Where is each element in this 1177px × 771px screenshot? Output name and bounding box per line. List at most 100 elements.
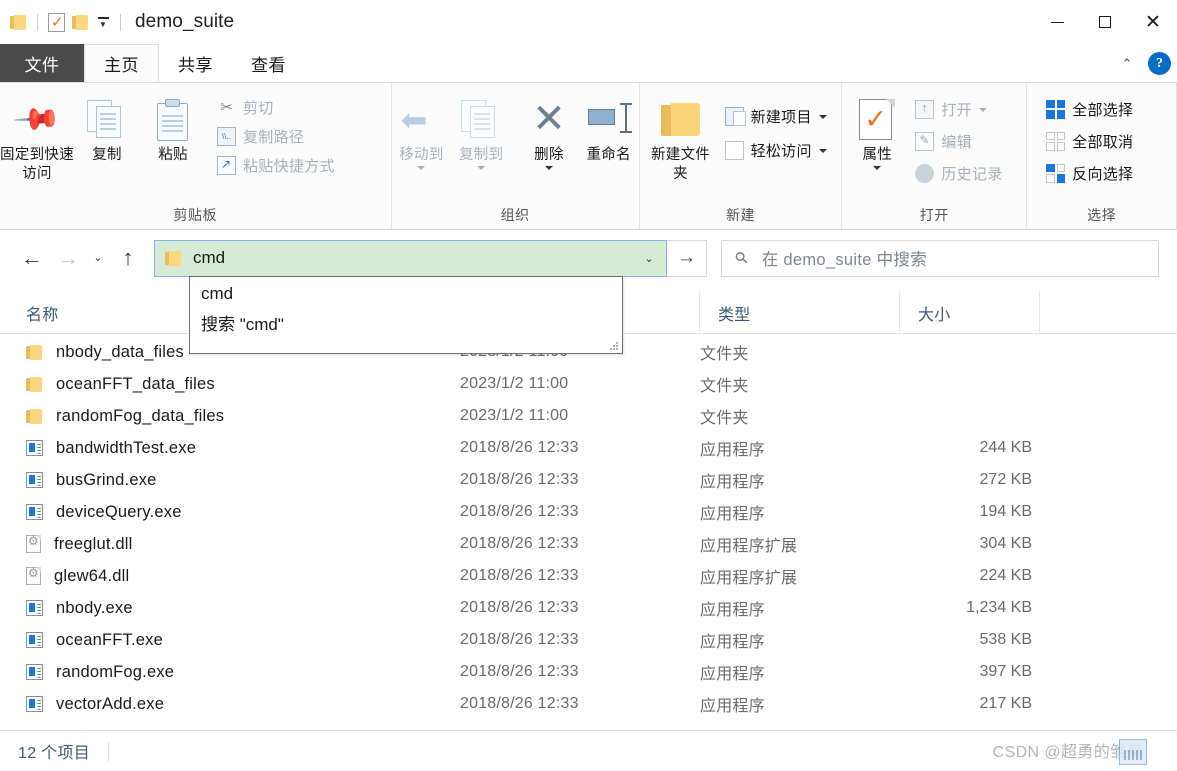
table-row[interactable]: deviceQuery.exe 2018/8/26 12:33 应用程序 194 KB: [0, 496, 1177, 528]
button-label: 打开: [941, 101, 972, 119]
ribbon-tab-strip: 文件 主页 共享 查看 ⌃ ?: [0, 44, 1177, 82]
column-header-size[interactable]: 大小: [900, 291, 1040, 334]
new-item-button[interactable]: 新建项目: [720, 103, 832, 129]
chevron-down-icon[interactable]: [477, 166, 486, 170]
file-name-label: bandwidthTest.exe: [56, 438, 197, 457]
cut-button[interactable]: ✂ 剪切: [212, 94, 340, 120]
file-list[interactable]: nbody_data_files2023/1/2 11:00文件夹oceanFF…: [0, 336, 1177, 730]
open-icon: [915, 99, 935, 119]
minimize-button[interactable]: [1033, 0, 1081, 44]
table-row[interactable]: busGrind.exe 2018/8/26 12:33 应用程序 272 KB: [0, 464, 1177, 496]
delete-button[interactable]: ✕ 删除: [519, 91, 579, 170]
customize-caret-icon[interactable]: ▼: [96, 17, 110, 29]
tab-share[interactable]: 共享: [159, 44, 232, 82]
button-label: 粘贴: [158, 147, 188, 163]
table-row[interactable]: nbody.exe 2018/8/26 12:33 应用程序 1,234 KB: [0, 592, 1177, 624]
address-autocomplete-dropdown[interactable]: cmd 搜索 "cmd": [189, 276, 623, 354]
go-button[interactable]: →: [667, 239, 707, 277]
history-button[interactable]: 历史记录: [910, 160, 1007, 186]
tab-file[interactable]: 文件: [0, 44, 84, 82]
file-name-cell[interactable]: oceanFFT.exe: [0, 631, 460, 650]
close-button[interactable]: ✕: [1129, 0, 1177, 44]
search-icon: ⚲: [731, 248, 753, 269]
scissors-icon: ✂: [220, 98, 233, 116]
edit-button[interactable]: 编辑: [910, 128, 1007, 154]
pin-to-quick-access-button[interactable]: 📌 固定到快速访问: [0, 91, 74, 184]
paste-button[interactable]: 粘贴: [140, 91, 206, 165]
ribbon-body: 📌 固定到快速访问 复制 粘贴 ✂ 剪切 \\.. 复制路径 ↗ 粘贴快捷方式 …: [0, 82, 1177, 230]
divider: [37, 13, 38, 31]
table-row[interactable]: freeglut.dll 2018/8/26 12:33 应用程序扩展 304 KB: [0, 528, 1177, 560]
chevron-down-icon[interactable]: [873, 166, 882, 170]
table-row[interactable]: randomFog_data_files 2023/1/2 11:00 文件夹: [0, 400, 1177, 432]
select-all-button[interactable]: 全部选择: [1041, 96, 1138, 122]
table-row[interactable]: vectorAdd.exe 2018/8/26 12:33 应用程序 217 KB: [0, 688, 1177, 720]
folder-icon[interactable]: [10, 14, 27, 30]
file-name-cell[interactable]: randomFog_data_files: [0, 407, 460, 426]
file-name-cell[interactable]: deviceQuery.exe: [0, 503, 460, 522]
file-name-cell[interactable]: bandwidthTest.exe: [0, 439, 460, 458]
item-count-label: 12 个项目: [18, 745, 91, 762]
address-bar[interactable]: ⌄: [154, 239, 667, 277]
copy-button[interactable]: 复制: [74, 91, 140, 165]
file-name-cell[interactable]: randomFog.exe: [0, 663, 460, 682]
file-name-cell[interactable]: glew64.dll: [0, 566, 460, 586]
copy-path-button[interactable]: \\.. 复制路径: [212, 123, 340, 149]
table-row[interactable]: oceanFFT.exe 2018/8/26 12:33 应用程序 538 KB: [0, 624, 1177, 656]
column-header-spacer: [1040, 292, 1177, 334]
back-button[interactable]: ←: [14, 240, 50, 276]
table-row[interactable]: bandwidthTest.exe 2018/8/26 12:33 应用程序 244 …: [0, 432, 1177, 464]
file-name-cell[interactable]: busGrind.exe: [0, 471, 460, 490]
file-name-cell[interactable]: vectorAdd.exe: [0, 695, 460, 714]
file-type-cell: 应用程序: [700, 634, 765, 651]
autocomplete-item[interactable]: cmd: [190, 280, 622, 308]
tab-home[interactable]: 主页: [84, 44, 159, 82]
address-input[interactable]: [193, 248, 632, 268]
file-name-cell[interactable]: freeglut.dll: [0, 534, 460, 554]
chevron-down-icon[interactable]: [818, 114, 827, 119]
forward-button[interactable]: →: [50, 240, 86, 276]
new-folder-button[interactable]: 新建文件夹: [648, 91, 714, 184]
invert-selection-button[interactable]: 反向选择: [1041, 160, 1138, 186]
button-label: 移动到: [399, 147, 444, 163]
properties-button[interactable]: ✓ 属性: [848, 91, 906, 170]
file-name-cell[interactable]: oceanFFT_data_files: [0, 375, 460, 394]
recent-locations-button[interactable]: ⌄: [86, 240, 110, 276]
select-none-button[interactable]: 全部取消: [1041, 128, 1138, 154]
open-button[interactable]: 打开: [910, 96, 1007, 122]
group-label-organize: 组织: [500, 207, 530, 223]
new-folder-icon[interactable]: [72, 14, 89, 30]
autocomplete-item[interactable]: 搜索 "cmd": [190, 308, 622, 336]
resize-grip-icon[interactable]: [609, 341, 620, 352]
button-label: 新建文件夹: [650, 147, 711, 182]
file-size-cell: 538 KB: [979, 631, 1032, 648]
tab-view[interactable]: 查看: [232, 44, 305, 82]
help-button[interactable]: ?: [1148, 52, 1171, 75]
address-dropdown-icon[interactable]: ⌄: [632, 241, 666, 276]
maximize-button[interactable]: [1081, 0, 1129, 44]
exe-icon: [26, 600, 43, 616]
chevron-down-icon[interactable]: [417, 166, 426, 170]
chevron-down-icon[interactable]: [544, 166, 553, 170]
column-header-type[interactable]: 类型: [700, 291, 900, 334]
easy-access-icon: [724, 140, 744, 160]
rename-button[interactable]: 重命名: [579, 91, 639, 165]
paste-shortcut-button[interactable]: 粘贴快捷方式: [212, 152, 340, 178]
chevron-down-icon[interactable]: [978, 107, 987, 112]
move-to-button[interactable]: ⬅ 移动到: [392, 91, 452, 170]
table-row[interactable]: randomFog.exe 2018/8/26 12:33 应用程序 397 KB: [0, 656, 1177, 688]
collapse-ribbon-icon[interactable]: ⌃: [1116, 56, 1138, 72]
button-label: 历史记录: [941, 165, 1003, 183]
up-button[interactable]: ↑: [110, 240, 146, 276]
chevron-down-icon[interactable]: [818, 148, 827, 153]
button-label: 剪切: [243, 99, 274, 117]
search-box[interactable]: ⚲ 在 demo_suite 中搜索: [721, 239, 1159, 277]
table-row[interactable]: glew64.dll 2018/8/26 12:33 应用程序扩展 224 KB: [0, 560, 1177, 592]
properties-icon[interactable]: ✓: [48, 12, 65, 32]
table-row[interactable]: oceanFFT_data_files 2023/1/2 11:00 文件夹: [0, 368, 1177, 400]
ribbon-group-organize: ⬅ 移动到 复制到 ✕ 删除 重命名 组织: [390, 83, 639, 229]
file-name-cell[interactable]: nbody.exe: [0, 599, 460, 618]
easy-access-button[interactable]: 轻松访问: [720, 137, 832, 163]
copy-to-button[interactable]: 复制到: [451, 91, 511, 170]
file-name-label: randomFog_data_files: [56, 406, 225, 425]
